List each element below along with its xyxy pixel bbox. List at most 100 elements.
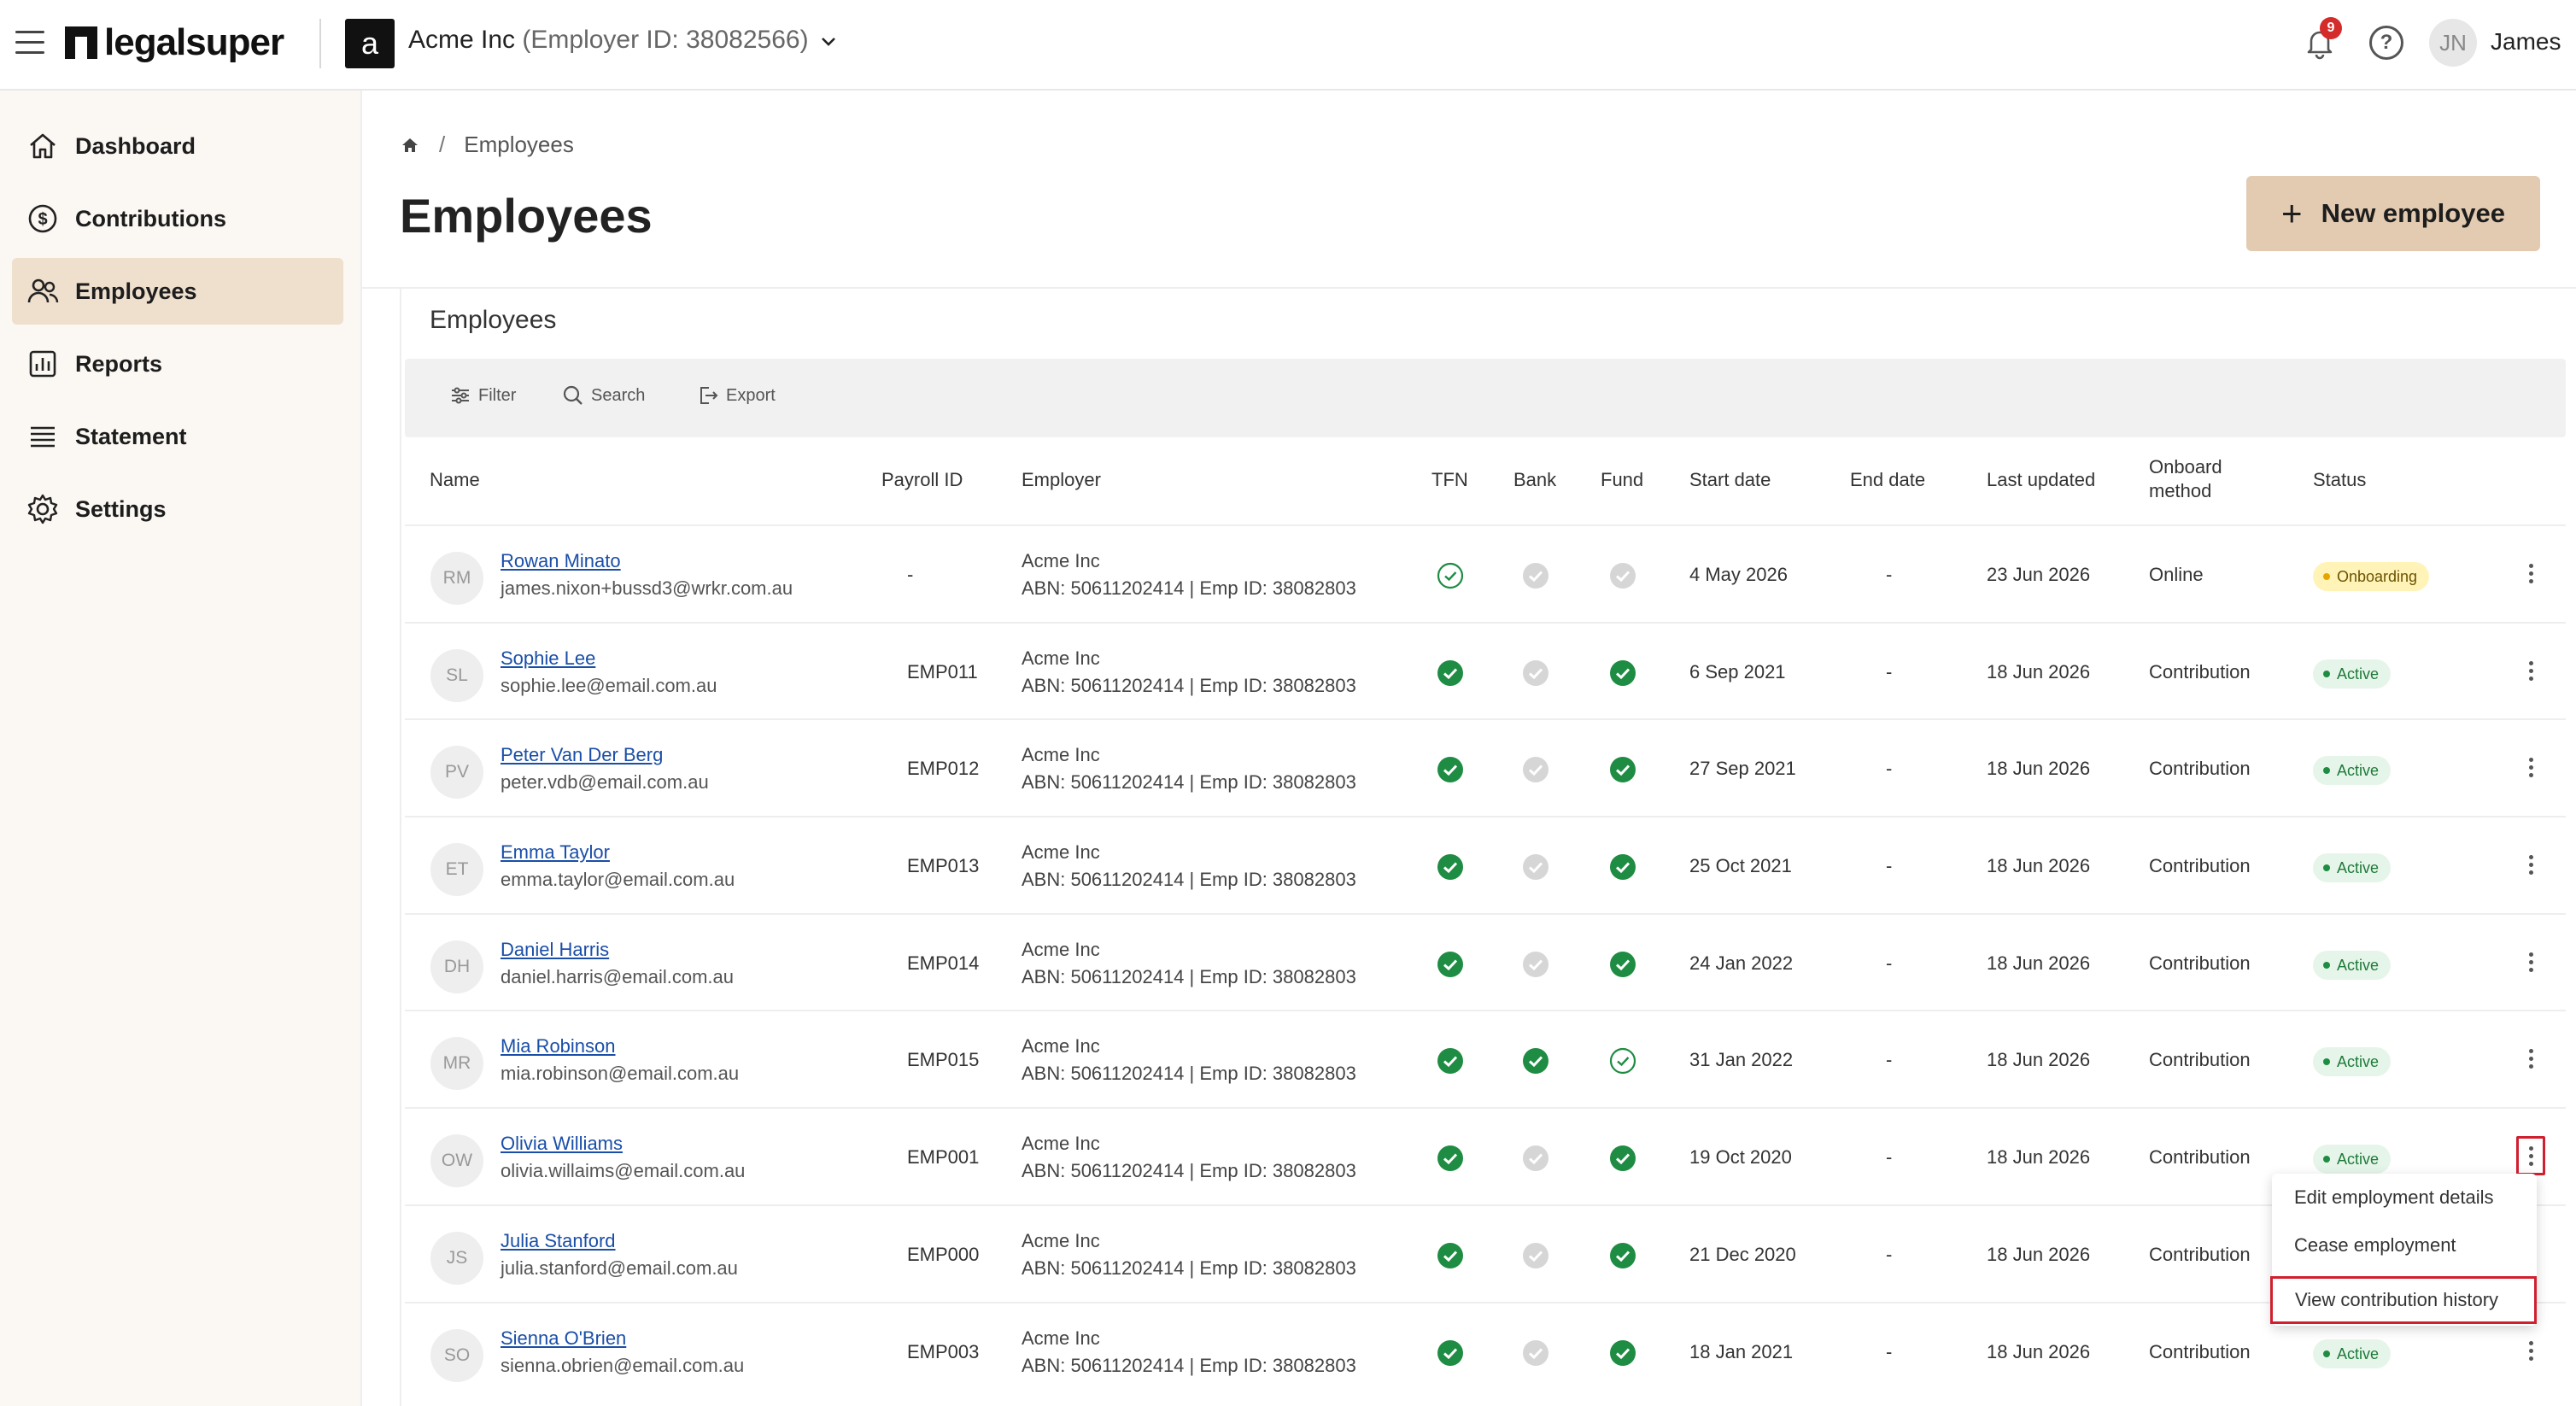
employee-name-link[interactable]: Daniel Harris [501,939,609,961]
row-divider [405,1010,2566,1011]
employee-name-link[interactable]: Julia Stanford [501,1230,616,1252]
sidebar-item-settings[interactable]: Settings [12,476,343,542]
employer-avatar[interactable]: a [345,19,395,68]
home-icon[interactable] [400,135,420,155]
notification-count-badge: 9 [2320,17,2342,39]
onboard-method: Contribution [2149,1244,2251,1265]
employee-name-link[interactable]: Peter Van Der Berg [501,744,663,766]
column-header-onboard-method[interactable]: Onboard method [2149,455,2222,503]
table-row[interactable]: MR Mia Robinson mia.robinson@email.com.au E… [405,1011,2566,1109]
status-badge: Active [2313,756,2392,785]
employee-name-link[interactable]: Olivia Williams [501,1133,623,1155]
status-badge: Active [2313,951,2392,980]
bank-check-icon [1523,854,1549,880]
help-icon[interactable]: ? [2369,26,2403,60]
table-row[interactable]: DH Daniel Harris daniel.harris@email.com.a… [405,915,2566,1012]
row-actions-kebab-icon[interactable] [2516,942,2545,981]
sidebar-item-dashboard[interactable]: Dashboard [12,113,343,179]
payroll-id: - [907,564,914,585]
menu-item-view-contribution-history[interactable]: View contribution history [2270,1276,2537,1324]
row-divider [405,622,2566,624]
export-button[interactable]: Export [697,384,776,407]
employee-name-link[interactable]: Emma Taylor [501,841,610,864]
column-header-status[interactable]: Status [2313,468,2366,492]
start-date: 27 Sep 2021 [1689,758,1796,779]
tfn-check-icon [1437,1048,1463,1074]
brand-name: legalsuper [104,21,284,63]
column-header-employer[interactable]: Employer [1022,468,1101,492]
onboard-method: Online [2149,564,2204,585]
search-label: Search [591,385,646,405]
row-actions-kebab-icon[interactable] [2516,1039,2545,1078]
status-badge: Active [2313,659,2392,688]
onboard-method: Contribution [2149,661,2251,682]
employee-name-link[interactable]: Sienna O'Brien [501,1327,626,1350]
chevron-down-icon[interactable] [818,31,839,51]
sidebar-item-statement[interactable]: Statement [12,403,343,470]
export-label: Export [726,385,776,405]
row-actions-kebab-icon[interactable] [2516,1136,2545,1175]
employee-name-link[interactable]: Sophie Lee [501,647,595,670]
employer-selector[interactable]: Acme Inc (Employer ID: 38082566) [408,26,809,55]
sidebar-item-label: Statement [75,423,187,449]
table-row[interactable]: SL Sophie Lee sophie.lee@email.com.au EMP01… [405,624,2566,721]
column-header-bank[interactable]: Bank [1513,468,1556,492]
menu-item-edit-employment-details[interactable]: Edit employment details [2272,1174,2537,1221]
start-date: 6 Sep 2021 [1689,661,1786,682]
search-button[interactable]: Search [562,384,645,407]
sidebar-item-contributions[interactable]: $ Contributions [12,185,343,252]
row-actions-kebab-icon[interactable] [2516,747,2545,787]
row-actions-kebab-icon[interactable] [2516,651,2545,690]
employee-name-link[interactable]: Mia Robinson [501,1035,616,1057]
column-header-tfn[interactable]: TFN [1431,468,1468,492]
new-employee-label: New employee [2321,198,2505,228]
status-badge: Onboarding [2313,562,2430,591]
column-header-payroll-id[interactable]: Payroll ID [881,468,963,492]
column-header-fund[interactable]: Fund [1601,468,1643,492]
table-row[interactable]: OW Olivia Williams olivia.willaims@email.c… [405,1109,2566,1206]
tfn-check-icon [1437,854,1463,880]
column-header-last-updated[interactable]: Last updated [1987,468,2095,492]
onboard-method: Contribution [2149,1341,2251,1362]
employee-name-link[interactable]: Rowan Minato [501,550,621,572]
table-row[interactable]: PV Peter Van Der Berg peter.vdb@email.com.… [405,720,2566,817]
bank-check-icon [1523,952,1549,977]
column-header-name[interactable]: Name [430,468,480,492]
row-actions-kebab-icon[interactable] [2516,845,2545,884]
last-updated: 18 Jun 2026 [1987,1049,2091,1070]
user-avatar[interactable]: JN [2429,19,2477,67]
row-divider [405,718,2566,720]
sidebar-item-label: Contributions [75,205,226,231]
avatar: SL [430,649,483,702]
row-actions-kebab-icon[interactable] [2516,1331,2545,1370]
table-row[interactable]: JS Julia Stanford julia.stanford@email.com… [405,1206,2566,1303]
plus-icon: + [2281,193,2303,233]
employer-name: Acme Inc [1022,841,1100,863]
table-row[interactable]: SO Sienna O'Brien sienna.obrien@email.com.… [405,1303,2566,1401]
status-dot [2323,573,2330,580]
new-employee-button[interactable]: + New employee [2246,176,2540,251]
avatar: RM [430,552,483,605]
table-row[interactable]: ET Emma Taylor emma.taylor@email.com.au EMP… [405,817,2566,915]
last-updated: 18 Jun 2026 [1987,758,2091,779]
filter-button[interactable]: Filter [449,384,516,407]
hamburger-menu-icon[interactable] [15,31,44,55]
fund-check-icon [1610,660,1636,686]
table-row[interactable]: RM Rowan Minato james.nixon+bussd3@wrkr.co… [405,526,2566,624]
fund-check-icon [1610,757,1636,782]
row-divider [405,913,2566,915]
column-header-end-date[interactable]: End date [1850,468,1925,492]
end-date: - [1886,952,1893,974]
employer-detail: ABN: 50611202414 | Emp ID: 38082803 [1022,1355,1356,1376]
top-bar: legalsuper a Acme Inc (Employer ID: 3808… [0,0,2576,91]
sidebar-item-reports[interactable]: Reports [12,331,343,397]
employer-detail: ABN: 50611202414 | Emp ID: 38082803 [1022,1257,1356,1279]
row-actions-kebab-icon[interactable] [2516,554,2545,593]
chart-icon [29,350,56,378]
user-name[interactable]: James [2491,28,2561,56]
column-header-start-date[interactable]: Start date [1689,468,1771,492]
brand-logo[interactable]: legalsuper [65,17,284,68]
sidebar-item-employees[interactable]: Employees [12,258,343,325]
menu-item-cease-employment[interactable]: Cease employment [2272,1221,2537,1269]
employer-detail: ABN: 50611202414 | Emp ID: 38082803 [1022,675,1356,696]
